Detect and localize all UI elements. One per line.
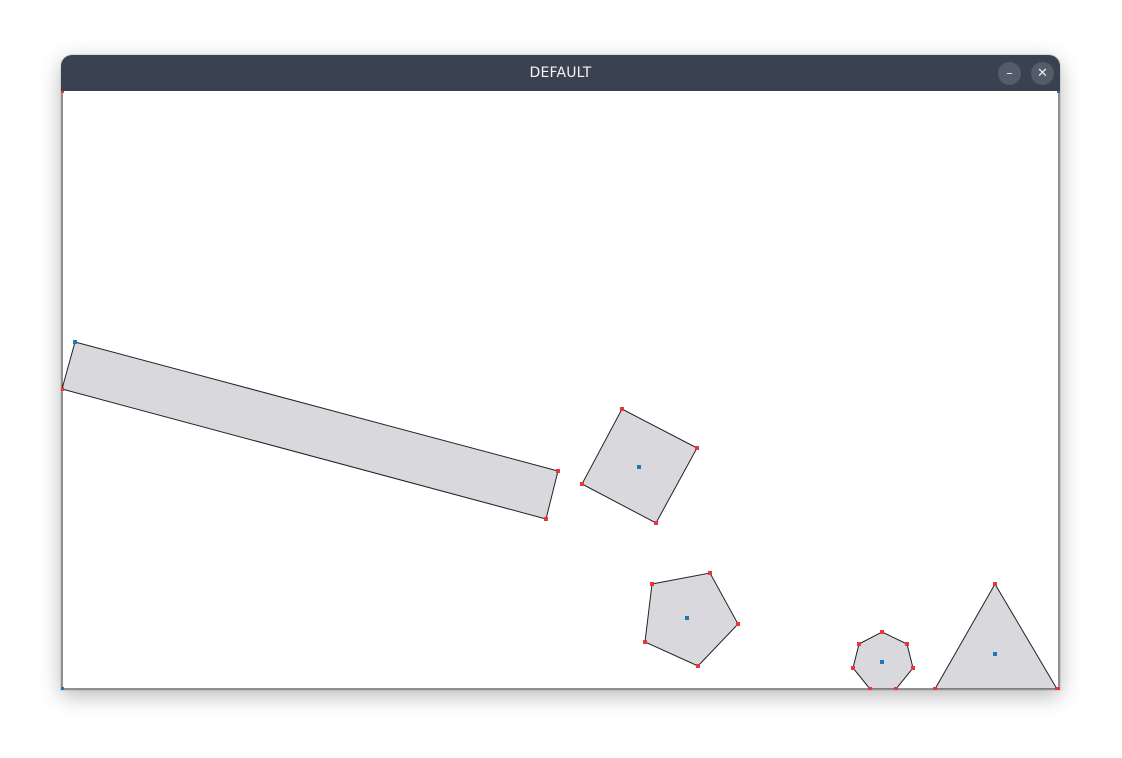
minimize-icon: – — [1006, 66, 1013, 81]
pentagon-vertex-marker[interactable] — [736, 622, 740, 626]
close-icon: ✕ — [1037, 66, 1048, 81]
triangle-center-marker[interactable] — [993, 652, 997, 656]
triangle-vertex-marker[interactable] — [933, 687, 937, 690]
pentagon-vertex-marker[interactable] — [650, 582, 654, 586]
title-bar[interactable]: DEFAULT – ✕ — [61, 55, 1060, 91]
rectangle-vertex-marker[interactable] — [556, 469, 560, 473]
window-title: DEFAULT — [529, 65, 592, 81]
pentagon-vertex-marker[interactable] — [696, 664, 700, 668]
boundary-corner-marker — [61, 91, 64, 93]
app-window: DEFAULT – ✕ — [61, 55, 1060, 690]
pentagon-center-marker[interactable] — [685, 616, 689, 620]
rectangle-vertex-marker[interactable] — [61, 387, 64, 391]
rectangle-shape[interactable] — [61, 341, 559, 520]
pentagon-vertex-marker[interactable] — [708, 571, 712, 575]
heptagon-vertex-marker[interactable] — [894, 687, 898, 690]
rectangle-center-marker[interactable] — [73, 340, 77, 344]
square-center-marker[interactable] — [637, 465, 641, 469]
square-vertex-marker[interactable] — [654, 521, 658, 525]
square-vertex-marker[interactable] — [695, 446, 699, 450]
window-controls: – ✕ — [998, 62, 1054, 85]
boundary-corner-marker — [1057, 91, 1060, 93]
shapes-layer — [61, 91, 1060, 690]
heptagon-center-marker[interactable] — [880, 660, 884, 664]
scene-svg — [61, 91, 1060, 690]
heptagon-vertex-marker[interactable] — [911, 666, 915, 670]
boundary-corner-marker — [61, 687, 64, 690]
close-button[interactable]: ✕ — [1031, 62, 1054, 85]
heptagon-vertex-marker[interactable] — [880, 630, 884, 634]
minimize-button[interactable]: – — [998, 62, 1021, 85]
heptagon-vertex-marker[interactable] — [851, 666, 855, 670]
heptagon-vertex-marker[interactable] — [868, 687, 872, 690]
square-vertex-marker[interactable] — [620, 407, 624, 411]
heptagon-vertex-marker[interactable] — [857, 642, 861, 646]
pentagon-vertex-marker[interactable] — [643, 640, 647, 644]
boundary-corner-marker — [1057, 687, 1060, 690]
rectangle-vertex-marker[interactable] — [544, 517, 548, 521]
physics-canvas[interactable] — [61, 91, 1060, 690]
pentagon-shape[interactable] — [644, 572, 739, 667]
heptagon-vertex-marker[interactable] — [905, 642, 909, 646]
triangle-vertex-marker[interactable] — [993, 582, 997, 586]
triangle-shape[interactable] — [934, 583, 1058, 690]
square-vertex-marker[interactable] — [580, 482, 584, 486]
